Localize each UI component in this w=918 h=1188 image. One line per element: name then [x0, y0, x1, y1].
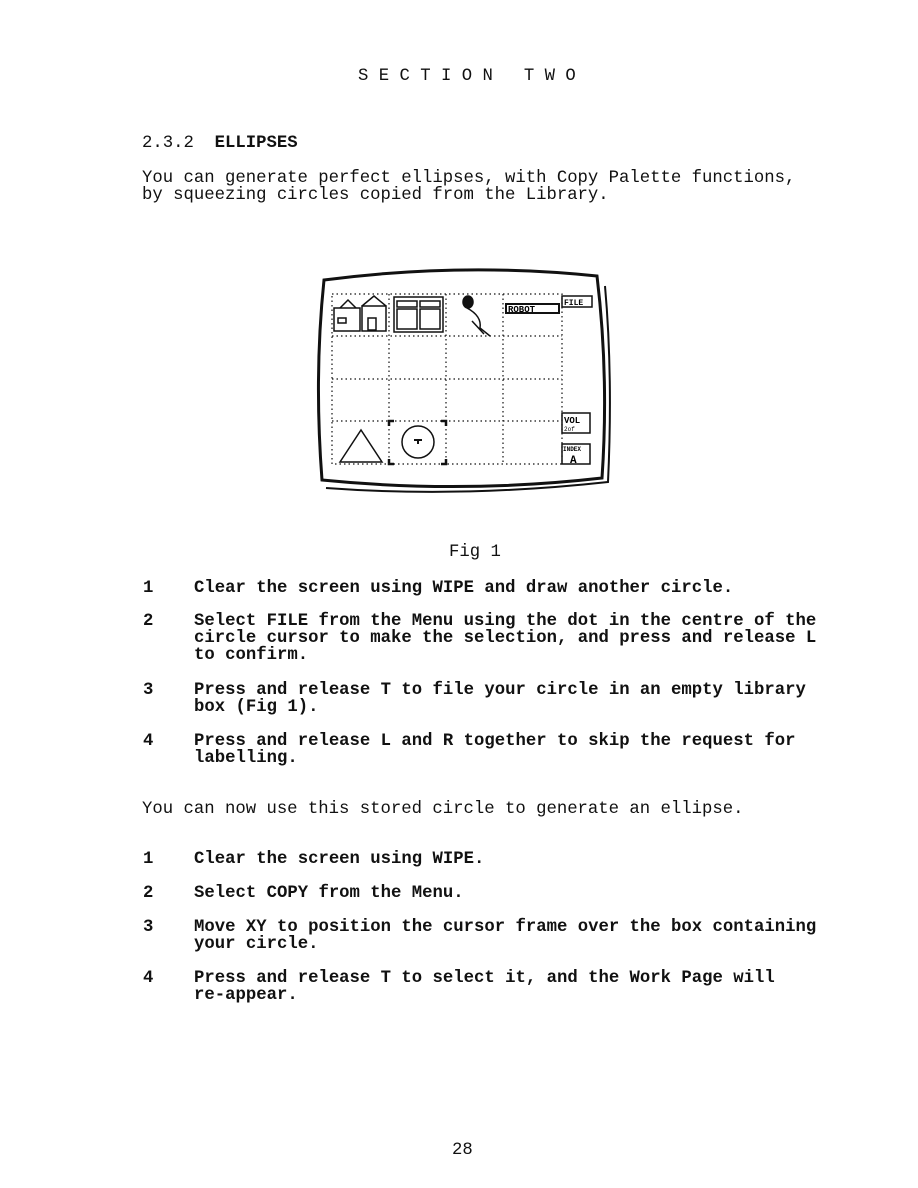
step-number: 3 — [143, 918, 154, 937]
section-header: S E C T I O N T W O — [358, 67, 576, 86]
tv-screen-shadow — [325, 285, 611, 493]
vol-label: VOL — [564, 416, 580, 426]
file-menu-label[interactable]: FILE — [564, 299, 583, 308]
step-text: Move XY to position the cursor frame ove… — [194, 918, 817, 954]
parrot-icon — [462, 295, 491, 337]
step-text: Select FILE from the Menu using the dot … — [194, 612, 817, 665]
document-page: S E C T I O N T W O 2.3.2 ELLIPSES You c… — [0, 0, 918, 1188]
step-text: Press and release L and R together to sk… — [194, 732, 796, 768]
library-screen-figure: ROBOT FILE VOL 2of INDEX A — [316, 268, 611, 493]
step-text: Press and release T to file your circle … — [194, 681, 806, 717]
robot-label: ROBOT — [508, 305, 536, 315]
page-number: 28 — [452, 1141, 473, 1160]
middle-paragraph: You can now use this stored circle to ge… — [142, 800, 744, 819]
triangle-icon — [338, 428, 384, 463]
intro-line-2: by squeezing circles copied from the Lib… — [142, 186, 609, 205]
step-number: 2 — [143, 884, 154, 903]
heading-number: 2.3.2 — [142, 134, 194, 153]
step-number: 3 — [143, 681, 154, 700]
step-number: 2 — [143, 612, 154, 631]
intro-line-1: You can generate perfect ellipses, with … — [142, 169, 796, 188]
heading-title: ELLIPSES — [214, 134, 298, 153]
step-text: Select COPY from the Menu. — [194, 884, 464, 903]
step-number: 1 — [143, 850, 154, 869]
index-label: INDEX — [563, 446, 581, 453]
step-number: 4 — [143, 732, 154, 751]
index-letter: A — [570, 455, 577, 467]
step-number: 4 — [143, 969, 154, 988]
vol-sub-label: 2of — [564, 426, 575, 433]
circle-centre-dot — [414, 439, 422, 444]
section-heading: 2.3.2 ELLIPSES — [142, 135, 298, 152]
figure-caption: Fig 1 — [449, 543, 501, 562]
step-text: Press and release T to select it, and th… — [194, 969, 775, 1005]
step-number: 1 — [143, 579, 154, 598]
houses-icon — [333, 295, 387, 332]
step-text: Clear the screen using WIPE and draw ano… — [194, 579, 734, 598]
window-frame-icon — [393, 296, 444, 333]
step-text: Clear the screen using WIPE. — [194, 850, 485, 869]
